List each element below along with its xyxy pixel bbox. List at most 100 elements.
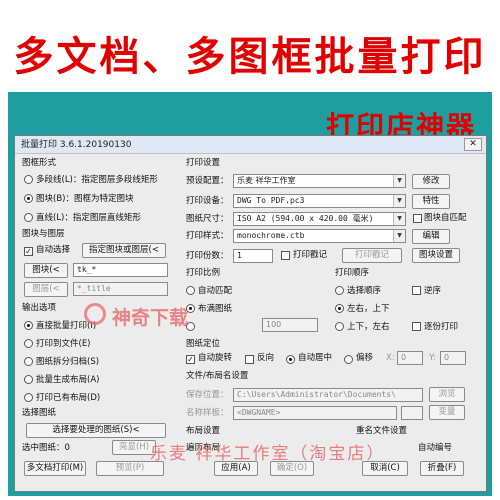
- frame-format-option-line[interactable]: 直线(L)：指定图层直线矩形: [36, 212, 141, 224]
- print-stamp-checkbox[interactable]: [281, 251, 290, 260]
- file-layout-heading: 文件/布局名设置: [186, 371, 249, 381]
- screenshot: 多文档、多图框批量打印 打印店神器 批量打印 3.6.1.20190130 ✕ …: [0, 0, 500, 500]
- order-top-bottom[interactable]: 上下，左右: [347, 321, 390, 333]
- rename-settings-heading: 重名文件设置: [356, 426, 408, 436]
- layout-settings-heading: 布局设置: [186, 426, 221, 436]
- output-split-archive-radio[interactable]: [24, 357, 33, 366]
- close-icon[interactable]: ✕: [464, 138, 482, 151]
- name-suffix-input: [401, 406, 423, 420]
- paper-size-value: ISO A2 (594.00 x 420.00 毫米): [237, 214, 374, 223]
- printer-dropdown[interactable]: DWG To PDF.pc3 ▼: [233, 194, 406, 208]
- select-drawing-heading: 选择图纸: [22, 408, 57, 418]
- auto-match-paper-checkbox[interactable]: [413, 214, 422, 223]
- auto-select-checkbox[interactable]: ✓: [24, 247, 33, 256]
- output-heading: 输出选项: [22, 303, 57, 313]
- block-name-input[interactable]: tk_*: [73, 263, 168, 277]
- frame-format-option-block[interactable]: 图块(B)：图框为特定图块: [36, 193, 133, 205]
- auto-rename-label: 自动编号: [418, 443, 453, 453]
- offset-radio[interactable]: [344, 355, 353, 364]
- modify-button[interactable]: 修改: [412, 174, 450, 189]
- page-by-page-label[interactable]: 逐份打印: [424, 321, 458, 333]
- save-location-input: C:\Users\Administrator\Documents\: [233, 388, 423, 402]
- output-batch-layout[interactable]: 批量生成布局(A): [36, 374, 99, 386]
- output-batch-layout-radio[interactable]: [24, 375, 33, 384]
- offset-x-label: X:: [386, 353, 395, 363]
- output-print-layouts-radio[interactable]: [24, 393, 33, 402]
- banner-title: 多文档、多图框批量打印: [13, 33, 487, 80]
- print-style-label: 打印样式：: [186, 231, 229, 241]
- dialog-titlebar: 批量打印 3.6.1.20190130 ✕: [15, 136, 486, 154]
- order-selection[interactable]: 选择顺序: [347, 285, 381, 297]
- layer-dropdown-button: 图层(<: [24, 282, 68, 297]
- auto-center-radio[interactable]: [286, 355, 295, 364]
- block-name-dropdown-button[interactable]: 图块(<: [24, 263, 68, 278]
- chevron-down-icon: ▼: [393, 195, 405, 207]
- reverse-order-label[interactable]: 逆序: [424, 285, 441, 297]
- printer-value: DWG To PDF.pc3: [237, 196, 305, 205]
- auto-match-paper-label[interactable]: 图块自匹配: [424, 212, 467, 224]
- reverse-order-checkbox[interactable]: [412, 286, 421, 295]
- watermark-logo-text: 神奇下载: [112, 307, 189, 329]
- scale-layout-paper[interactable]: 布满图纸: [198, 303, 232, 315]
- edit-style-button[interactable]: 编辑: [412, 229, 450, 244]
- offset-y-input: 0: [440, 351, 466, 365]
- order-left-right[interactable]: 左右，上下: [347, 303, 390, 315]
- scale-auto-fit-radio[interactable]: [186, 286, 195, 295]
- chevron-down-icon: ▼: [393, 230, 405, 242]
- preset-label: 预设配置：: [186, 176, 229, 186]
- positioning-heading: 图纸定位: [186, 339, 221, 349]
- output-split-archive[interactable]: 图纸拆分归档(S): [36, 356, 99, 368]
- auto-rotate-label[interactable]: 自动旋转: [198, 352, 232, 364]
- offset-y-label: Y:: [429, 353, 436, 363]
- output-print-to-file[interactable]: 打印到文件(E): [36, 338, 91, 350]
- print-style-dropdown[interactable]: monochrome.ctb ▼: [233, 229, 406, 243]
- watermark-footer-text: 乐麦 祥华工作室（淘宝店）: [150, 444, 386, 464]
- order-top-bottom-radio[interactable]: [335, 322, 344, 331]
- auto-center-label[interactable]: 自动居中: [298, 352, 332, 364]
- frame-format-heading: 图框形式: [22, 158, 57, 168]
- selected-count-label: 选中图纸：0: [22, 443, 70, 453]
- paper-size-label: 图纸尺寸：: [186, 214, 229, 224]
- chevron-down-icon: ▼: [393, 213, 405, 225]
- name-prefix-label: 名称样板：: [186, 408, 229, 418]
- select-block-layer-button[interactable]: 指定图块或图层(<: [82, 243, 166, 258]
- reverse-label[interactable]: 反向: [257, 352, 274, 364]
- output-direct-print-radio[interactable]: [24, 321, 33, 330]
- page-by-page-checkbox[interactable]: [412, 322, 421, 331]
- select-drawings-button[interactable]: 选择要处理的图纸(S)<: [26, 423, 166, 438]
- watermark-logo-mark: [84, 303, 106, 325]
- layer-input: *_title: [73, 282, 168, 296]
- properties-button[interactable]: 特性: [412, 194, 450, 209]
- multi-doc-print-button[interactable]: 多文档打印(M): [24, 461, 86, 476]
- output-print-layouts[interactable]: 打印已有布局(D): [36, 392, 100, 404]
- auto-rotate-checkbox[interactable]: ✓: [186, 355, 195, 364]
- print-settings-heading: 打印设置: [186, 158, 221, 168]
- output-print-to-file-radio[interactable]: [24, 339, 33, 348]
- print-style-value: monochrome.ctb: [237, 231, 305, 240]
- offset-label[interactable]: 偏移: [356, 352, 373, 364]
- copies-input[interactable]: 1: [233, 249, 273, 263]
- frame-format-option-block-radio[interactable]: [24, 194, 33, 203]
- dialog-title: 批量打印 3.6.1.20190130: [21, 140, 132, 150]
- chevron-down-icon: ▼: [393, 175, 405, 187]
- frame-format-option-polyline-radio[interactable]: [24, 175, 33, 184]
- order-left-right-radio[interactable]: [335, 304, 344, 313]
- collapse-button[interactable]: 折叠(F): [420, 461, 464, 476]
- scale-auto-fit[interactable]: 自动匹配: [198, 285, 232, 297]
- print-order-heading: 打印顺序: [335, 268, 370, 278]
- print-stamp-label[interactable]: 打印戳记: [293, 249, 327, 261]
- frame-format-option-polyline[interactable]: 多段线(L)：指定图层多段线矩形: [36, 174, 158, 186]
- sheet-settings-button[interactable]: 图块设置: [412, 248, 460, 263]
- copies-label: 打印份数：: [186, 251, 229, 261]
- frame-format-option-line-radio[interactable]: [24, 213, 33, 222]
- browse-button: 浏览: [429, 387, 465, 402]
- save-location-label: 保存位置：: [186, 390, 229, 400]
- offset-x-input: 0: [397, 351, 423, 365]
- paper-size-dropdown[interactable]: ISO A2 (594.00 x 420.00 毫米) ▼: [233, 212, 406, 226]
- preset-dropdown[interactable]: 乐麦 祥华工作室 ▼: [233, 174, 406, 188]
- reverse-checkbox[interactable]: [245, 355, 254, 364]
- scale-value-input: 100: [262, 318, 318, 332]
- auto-select-label[interactable]: 自动选择: [36, 244, 70, 256]
- stamp-settings-button: 打印戳记: [342, 248, 402, 263]
- order-selection-radio[interactable]: [335, 286, 344, 295]
